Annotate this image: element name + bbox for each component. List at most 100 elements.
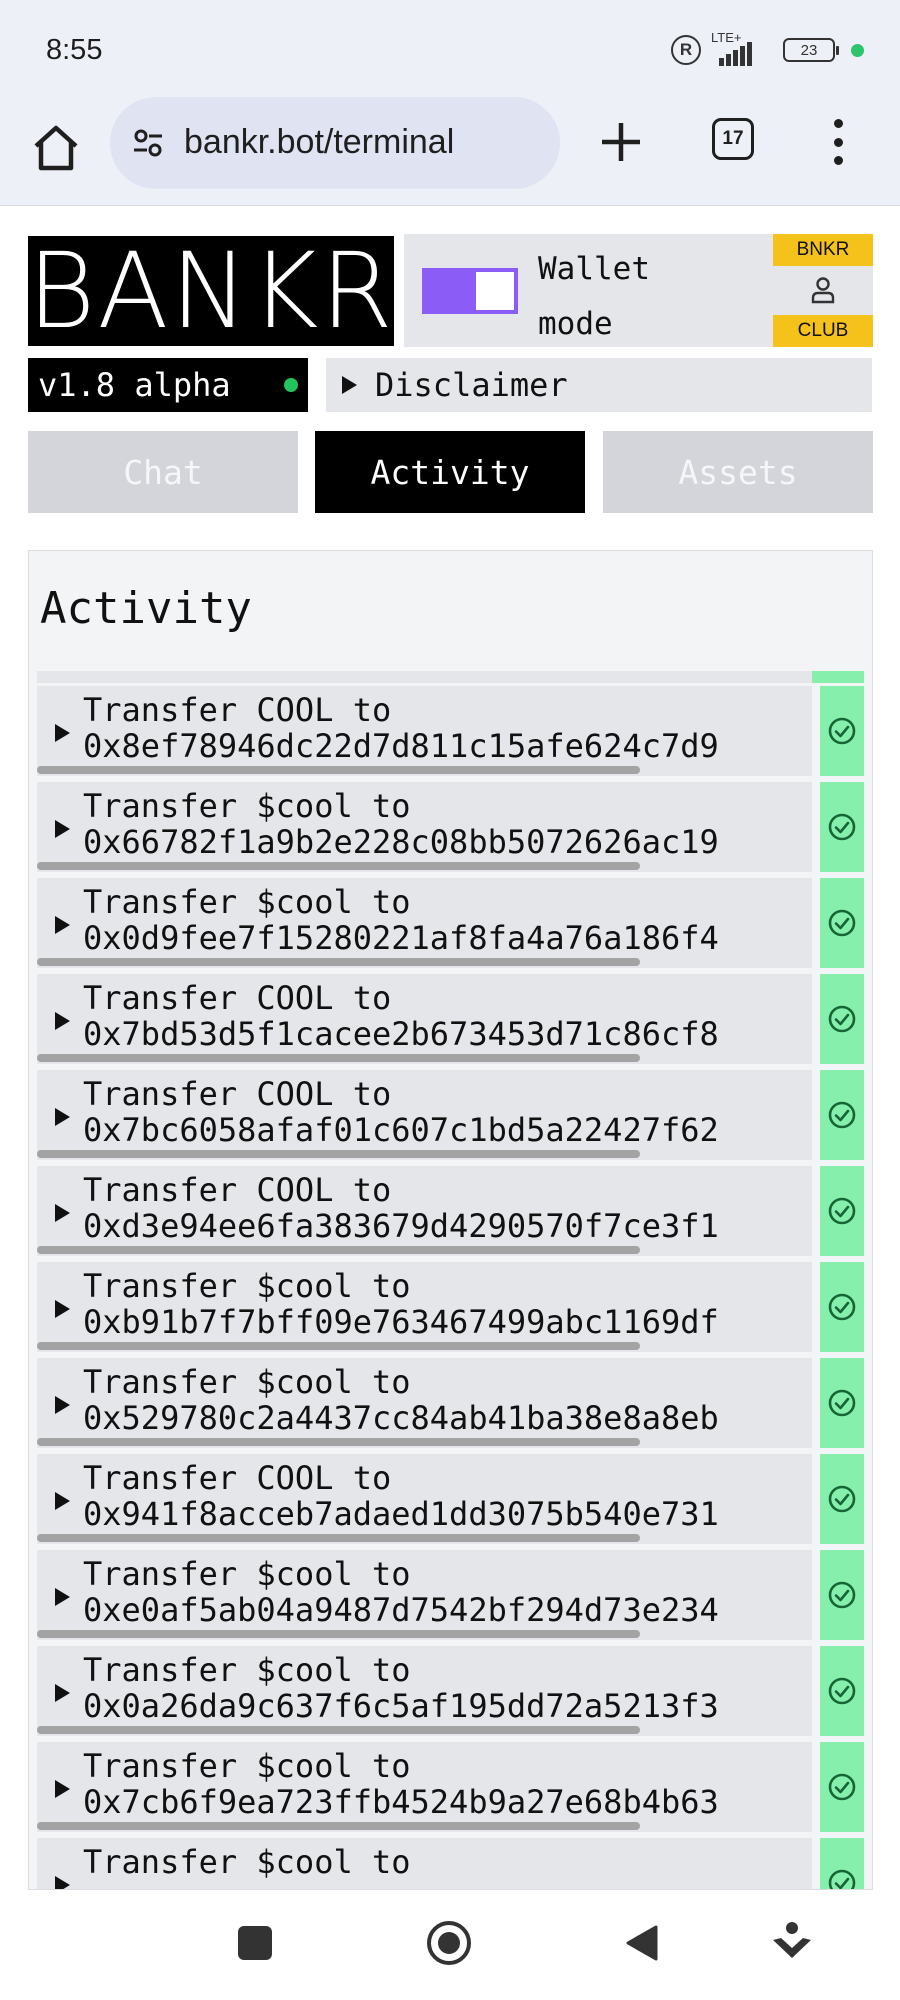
activity-row-text: Transfer COOL to 0x7bd53d5f1cacee2b673453… — [83, 980, 719, 1052]
row-scrollbar[interactable] — [37, 1726, 640, 1734]
more-menu-icon[interactable] — [830, 119, 846, 165]
expand-triangle-icon — [55, 1588, 70, 1606]
status-check-cell — [820, 1838, 864, 1889]
tab-count: 17 — [722, 128, 744, 149]
check-circle-icon — [828, 1101, 856, 1129]
activity-row[interactable]: Transfer $cool to 0xb91b7f7bff09e76346749… — [37, 1262, 864, 1352]
activity-row[interactable]: Transfer $cool to 0x66782f1a9b2e228c08bb5… — [37, 782, 864, 872]
activity-row-details[interactable]: Transfer $cool to 0xb91b7f7bff09e76346749… — [37, 1262, 812, 1352]
expand-triangle-icon — [55, 1876, 70, 1889]
activity-row-title: Transfer $cool to — [83, 1363, 411, 1401]
activity-row[interactable]: Transfer COOL to 0x8ef78946dc22d7d811c15a… — [37, 686, 864, 776]
back-triangle-icon[interactable] — [624, 1923, 660, 1963]
activity-row-details[interactable]: Transfer $cool to 0x7cb6f9ea723ffb4524b9a… — [37, 1742, 812, 1832]
tab-chat[interactable]: Chat — [28, 431, 298, 513]
row-scrollbar[interactable] — [37, 766, 640, 774]
activity-row-details[interactable]: Transfer $cool to — [37, 1838, 812, 1889]
activity-row-details[interactable]: Transfer COOL to 0x941f8acceb7adaed1dd307… — [37, 1454, 812, 1544]
tab-switcher-button[interactable]: 17 — [712, 118, 754, 160]
recents-square-icon[interactable] — [238, 1926, 272, 1960]
clock: 8:55 — [46, 34, 103, 66]
activity-row-details[interactable]: Transfer COOL to 0xd3e94ee6fa383679d42905… — [37, 1166, 812, 1256]
new-tab-plus-icon[interactable] — [596, 117, 646, 167]
expand-triangle-icon — [55, 724, 70, 742]
activity-row-details[interactable]: Transfer $cool to 0xe0af5ab04a9487d7542bf… — [37, 1550, 812, 1640]
club-bottom-label: CLUB — [773, 315, 873, 347]
activity-row-address: 0xe0af5ab04a9487d7542bf294d73e234 — [83, 1591, 719, 1629]
activity-row-address: 0x7bd53d5f1cacee2b673453d71c86cf8 — [83, 1015, 719, 1053]
activity-row-title: Transfer $cool to — [83, 1747, 411, 1785]
activity-row[interactable]: Transfer COOL to 0x941f8acceb7adaed1dd307… — [37, 1454, 864, 1544]
home-icon[interactable] — [30, 122, 82, 174]
address-bar[interactable]: bankr.bot/terminal — [110, 97, 560, 189]
disclaimer-toggle[interactable]: Disclaimer — [326, 358, 872, 412]
activity-row[interactable]: Transfer $cool to 0x7cb6f9ea723ffb4524b9a… — [37, 1742, 864, 1832]
assistant-icon[interactable] — [770, 1920, 814, 1966]
activity-row-title: Transfer COOL to — [83, 979, 392, 1017]
url-text[interactable]: bankr.bot/terminal — [184, 123, 454, 162]
activity-row-text: Transfer $cool to 0x66782f1a9b2e228c08bb5… — [83, 788, 719, 860]
activity-row-details[interactable]: Transfer $cool to 0x66782f1a9b2e228c08bb5… — [37, 782, 812, 872]
check-circle-icon — [828, 1197, 856, 1225]
signal-icon: LTE+ — [711, 30, 773, 68]
check-circle-icon — [828, 1677, 856, 1705]
row-scrollbar[interactable] — [37, 1150, 640, 1158]
activity-row-details[interactable]: Transfer $cool to 0x529780c2a4437cc84ab41… — [37, 1358, 812, 1448]
row-scrollbar[interactable] — [37, 1054, 640, 1062]
expand-triangle-icon — [342, 376, 357, 394]
row-scrollbar[interactable] — [37, 1246, 640, 1254]
row-scrollbar[interactable] — [37, 1534, 640, 1542]
toggle-knob — [476, 272, 514, 310]
activity-row[interactable]: Transfer $cool to — [37, 1838, 864, 1889]
row-scrollbar[interactable] — [37, 1438, 640, 1446]
wallet-mode-toggle[interactable] — [422, 268, 518, 314]
activity-row-details[interactable]: Transfer COOL to 0x7bd53d5f1cacee2b673453… — [37, 974, 812, 1064]
tab-activity[interactable]: Activity — [315, 431, 585, 513]
activity-list[interactable]: Transfer COOL to 0x8ef78946dc22d7d811c15a… — [29, 671, 872, 1889]
row-scrollbar[interactable] — [37, 1342, 640, 1350]
tab-assets[interactable]: Assets — [603, 431, 873, 513]
expand-triangle-icon — [55, 1396, 70, 1414]
activity-row-text: Transfer $cool to 0x529780c2a4437cc84ab41… — [83, 1364, 719, 1436]
site-settings-icon[interactable] — [132, 127, 164, 159]
activity-panel: Activity Transfer COOL to 0x8ef78946dc22d… — [28, 550, 873, 1890]
home-circle-icon[interactable] — [426, 1920, 472, 1966]
row-scrollbar[interactable] — [37, 958, 640, 966]
activity-row-title: Transfer COOL to — [83, 1075, 392, 1113]
activity-row[interactable]: Transfer $cool to 0x0d9fee7f15280221af8fa… — [37, 878, 864, 968]
activity-row-text: Transfer COOL to 0xd3e94ee6fa383679d42905… — [83, 1172, 719, 1244]
activity-row[interactable]: Transfer $cool to 0xe0af5ab04a9487d7542bf… — [37, 1550, 864, 1640]
disclaimer-label: Disclaimer — [375, 366, 568, 404]
row-scrollbar[interactable] — [37, 1630, 640, 1638]
expand-triangle-icon — [55, 1108, 70, 1126]
wallet-mode-line2: mode — [538, 306, 613, 342]
activity-row[interactable]: Transfer COOL to 0x7bc6058afaf01c607c1bd5… — [37, 1070, 864, 1160]
activity-row-details[interactable]: Transfer $cool to 0x0a26da9c637f6c5af195d… — [37, 1646, 812, 1736]
expand-triangle-icon — [55, 1780, 70, 1798]
activity-row-title: Transfer $cool to — [83, 1843, 411, 1881]
bnkr-club-button[interactable]: BNKR CLUB — [773, 234, 873, 347]
row-scrollbar[interactable] — [37, 1822, 640, 1830]
activity-row[interactable]: Transfer COOL to 0xd3e94ee6fa383679d42905… — [37, 1166, 864, 1256]
version-text: v1.8 alpha — [38, 366, 231, 404]
status-check-cell — [820, 1070, 864, 1160]
check-circle-icon — [828, 813, 856, 841]
wallet-mode-label: Wallet mode — [538, 242, 650, 352]
activity-title: Activity — [40, 583, 252, 634]
activity-row-title: Transfer $cool to — [83, 787, 411, 825]
status-check-cell — [820, 974, 864, 1064]
expand-triangle-icon — [55, 1204, 70, 1222]
activity-row[interactable]: Transfer $cool to 0x529780c2a4437cc84ab41… — [37, 1358, 864, 1448]
activity-row-text: Transfer $cool to 0x0d9fee7f15280221af8fa… — [83, 884, 719, 956]
activity-row-title: Transfer COOL to — [83, 1171, 392, 1209]
activity-row-details[interactable]: Transfer $cool to 0x0d9fee7f15280221af8fa… — [37, 878, 812, 968]
check-circle-icon — [828, 1773, 856, 1801]
main-tabs: Chat Activity Assets — [28, 431, 873, 513]
status-check-cell — [820, 1550, 864, 1640]
activity-row[interactable]: Transfer COOL to 0x7bd53d5f1cacee2b673453… — [37, 974, 864, 1064]
expand-triangle-icon — [55, 916, 70, 934]
row-scrollbar[interactable] — [37, 862, 640, 870]
activity-row[interactable]: Transfer $cool to 0x0a26da9c637f6c5af195d… — [37, 1646, 864, 1736]
activity-row-details[interactable]: Transfer COOL to 0x7bc6058afaf01c607c1bd5… — [37, 1070, 812, 1160]
activity-row-details[interactable]: Transfer COOL to 0x8ef78946dc22d7d811c15a… — [37, 686, 812, 776]
